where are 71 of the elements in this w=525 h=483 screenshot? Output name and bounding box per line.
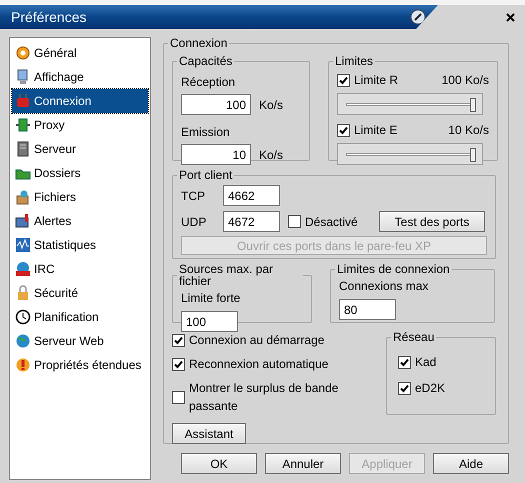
group-title: Port client xyxy=(178,169,234,181)
lock-icon xyxy=(15,285,31,301)
window-title: Préférences xyxy=(11,8,86,26)
field-label: Limite forte xyxy=(181,290,242,307)
clock-icon xyxy=(15,309,31,325)
group-title: Capacités xyxy=(178,55,234,67)
sidebar-item[interactable]: Fichiers xyxy=(12,185,148,209)
checkbox-label[interactable]: Kad xyxy=(415,353,436,371)
checkbox[interactable] xyxy=(398,356,411,368)
sidebar-item[interactable]: Dossiers xyxy=(12,161,148,185)
slider[interactable] xyxy=(337,93,483,115)
sidebar-item[interactable]: Statistiques xyxy=(12,233,148,257)
sidebar-item[interactable]: Connexion xyxy=(12,89,148,113)
dialog-button[interactable]: Aide xyxy=(433,453,509,474)
gear-icon xyxy=(15,45,31,61)
checkbox[interactable] xyxy=(172,358,185,370)
sidebar-item[interactable]: Général xyxy=(12,41,148,65)
checkbox-label[interactable]: Connexion au démarrage xyxy=(189,331,324,349)
sidebar-item[interactable]: Affichage xyxy=(12,65,148,89)
field-label: TCP xyxy=(181,188,206,204)
box-icon xyxy=(15,189,31,205)
group-title: Connexion xyxy=(169,37,228,49)
assistant-button[interactable]: Assistant xyxy=(172,423,246,444)
input-field[interactable]: 4662 xyxy=(223,185,280,206)
sidebar-item[interactable]: Serveur Web xyxy=(12,329,148,353)
slider[interactable] xyxy=(337,143,483,165)
checkbox-label[interactable]: Désactivé xyxy=(305,212,358,230)
checkbox-label[interactable]: Reconnexion automatique xyxy=(189,355,328,373)
checkbox[interactable] xyxy=(172,390,185,404)
chart-icon xyxy=(15,237,31,253)
plug-icon xyxy=(15,93,31,109)
group-title: Sources max. par fichier xyxy=(178,263,274,287)
warning-icon xyxy=(15,357,31,373)
checkbox-label[interactable]: eD2K xyxy=(415,379,446,397)
checkbox-label[interactable]: Limite R xyxy=(354,71,398,89)
sidebar-item[interactable]: Serveur xyxy=(12,137,148,161)
field-label: UDP xyxy=(181,214,208,230)
group-title: Limites de connexion xyxy=(336,263,451,275)
field-label: Connexions max xyxy=(339,278,430,295)
input-field[interactable]: 80 xyxy=(339,299,396,320)
reading: 100 Ko/s xyxy=(442,72,489,89)
server-icon xyxy=(15,141,31,157)
unit-label: Ko/s xyxy=(258,146,284,164)
test-ports-button[interactable]: Test des ports xyxy=(379,211,485,232)
close-icon[interactable] xyxy=(506,12,515,22)
checkbox-label[interactable]: Montrer le surplus de bande passante xyxy=(189,379,386,415)
reading: 10 Ko/s xyxy=(448,122,489,139)
checkbox[interactable] xyxy=(337,124,350,136)
sidebar-item[interactable]: Sécurité xyxy=(12,281,148,305)
input-field[interactable]: 4672 xyxy=(223,211,280,232)
dialog-button[interactable]: OK xyxy=(181,453,257,474)
sidebar-item[interactable]: IRC xyxy=(12,257,148,281)
unit-label: Ko/s xyxy=(258,96,284,114)
dialog-button[interactable]: Annuler xyxy=(265,453,341,474)
sidebar-item[interactable]: Planification xyxy=(12,305,148,329)
checkbox[interactable] xyxy=(398,382,411,394)
checkbox-label[interactable]: Limite E xyxy=(354,121,398,139)
sidebar-item[interactable]: Propriétés étendues xyxy=(12,353,148,377)
input-field[interactable]: 10 xyxy=(181,144,251,165)
checkbox[interactable] xyxy=(288,215,301,228)
field-label: Emission xyxy=(181,124,231,141)
input-field[interactable]: 100 xyxy=(181,94,251,115)
group-title: Réseau xyxy=(392,331,436,343)
input-field[interactable]: 100 xyxy=(181,311,238,332)
checkbox[interactable] xyxy=(337,74,350,86)
field-label: Réception xyxy=(181,74,236,91)
alert-icon xyxy=(15,213,31,229)
sidebar-item[interactable]: Alertes xyxy=(12,209,148,233)
checkbox[interactable] xyxy=(172,334,185,346)
group-title: Limites xyxy=(334,55,374,67)
sidebar-item[interactable]: Proxy xyxy=(12,113,148,137)
